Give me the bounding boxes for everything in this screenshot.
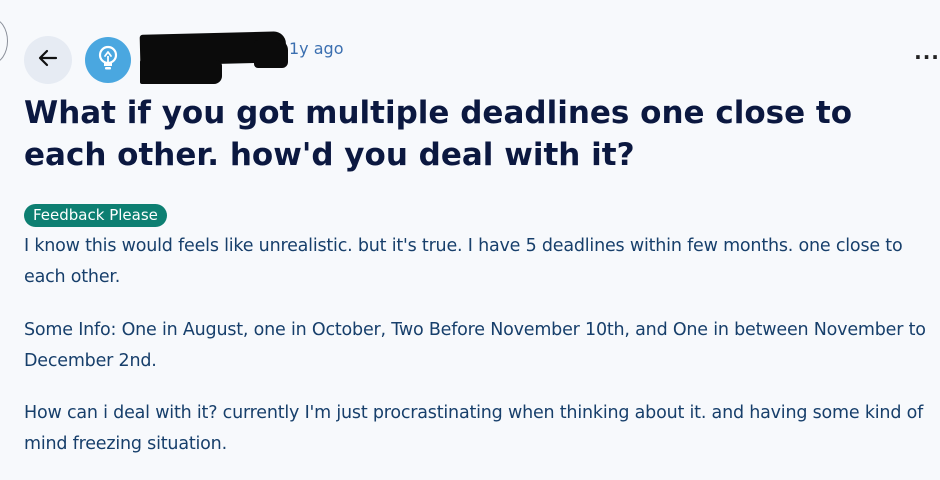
more-options-button[interactable]: ··· [914, 44, 940, 70]
post-title: What if you got multiple deadlines one c… [24, 95, 853, 173]
back-button[interactable] [24, 36, 72, 84]
post-timestamp: 1y ago [289, 39, 344, 58]
community-avatar[interactable] [85, 37, 131, 83]
window-edge-decoration [0, 18, 8, 64]
post-body-paragraph: Some Info: One in August, one in October… [24, 320, 926, 371]
post-body-paragraph: I know this would feels like unrealistic… [24, 236, 903, 287]
arrow-left-icon [37, 47, 59, 73]
post-body-paragraph: How can i deal with it? currently I'm ju… [24, 403, 924, 454]
more-options-icon: ··· [914, 45, 940, 69]
post-flair[interactable]: Feedback Please [24, 204, 167, 227]
post-page: 1y ago ··· What if you got multiple dead… [0, 0, 940, 480]
redacted-community-name [140, 60, 222, 84]
redacted-author-name-tail [254, 40, 288, 68]
lightbulb-icon [93, 43, 123, 77]
